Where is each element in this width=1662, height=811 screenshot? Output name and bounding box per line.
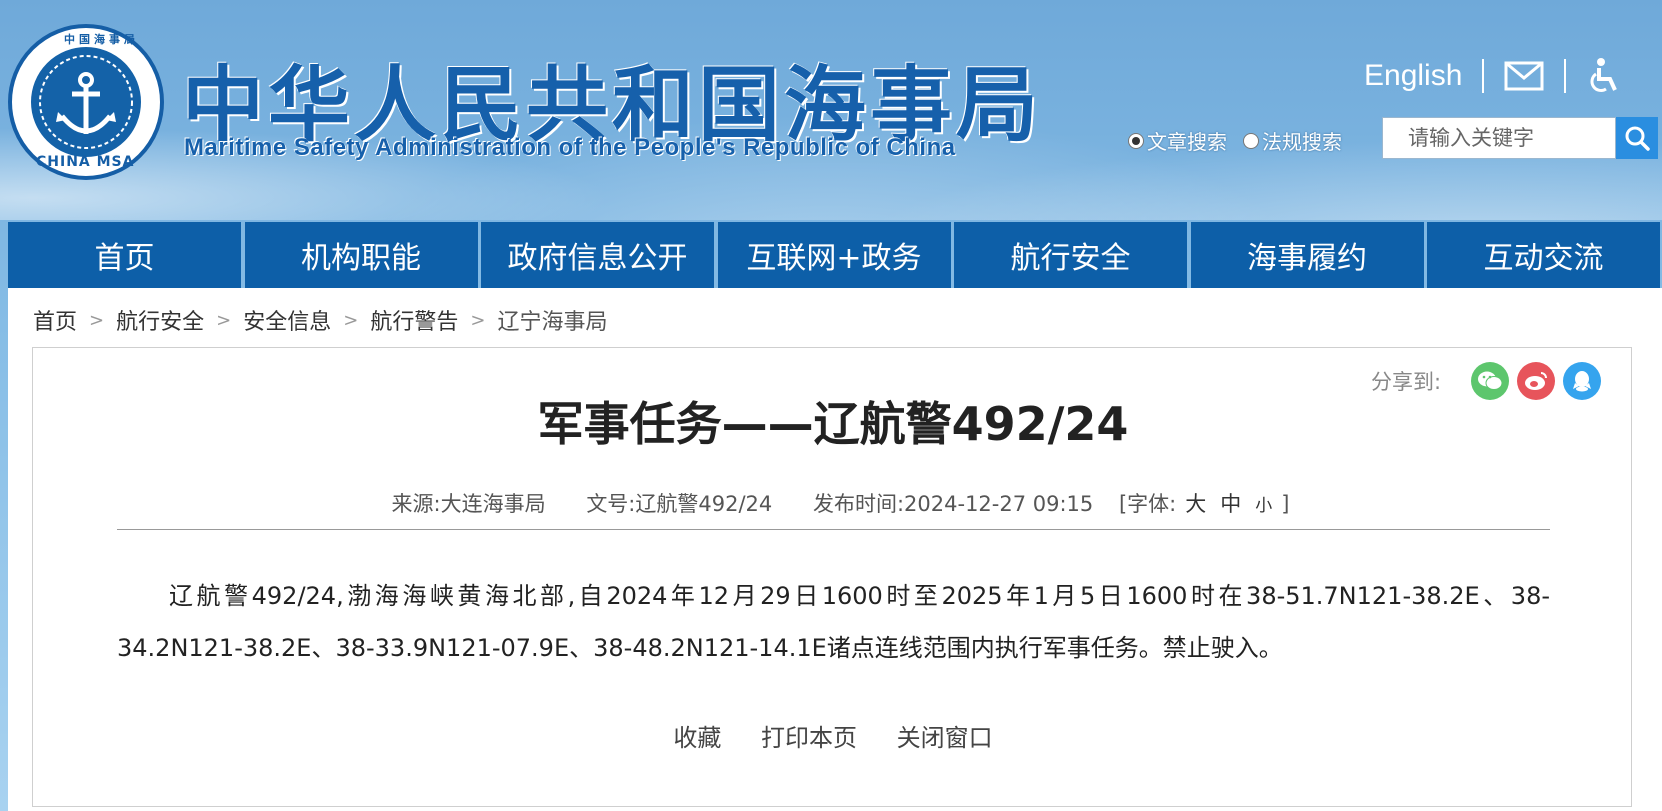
font-size-small[interactable]: 小 bbox=[1255, 496, 1272, 516]
article-source: 来源:大连海事局 bbox=[391, 492, 546, 516]
search-icon bbox=[1625, 126, 1650, 151]
anchor-icon bbox=[39, 55, 133, 149]
search-input[interactable] bbox=[1382, 117, 1616, 159]
divider bbox=[1482, 59, 1485, 93]
breadcrumb-liaoning-msa[interactable]: 辽宁海事局 bbox=[497, 304, 607, 336]
breadcrumb-separator: > bbox=[470, 309, 486, 331]
page-content: 首页 > 航行安全 > 安全信息 > 航行警告 > 辽宁海事局 分享到: 军事任… bbox=[8, 288, 1662, 811]
radio-label: 文章搜索 bbox=[1147, 130, 1227, 154]
breadcrumb: 首页 > 航行安全 > 安全信息 > 航行警告 > 辽宁海事局 bbox=[33, 304, 607, 336]
font-size-large[interactable]: 大 bbox=[1185, 492, 1206, 516]
close-window-link[interactable]: 关闭窗口 bbox=[897, 724, 993, 752]
radio-button[interactable] bbox=[1243, 132, 1259, 149]
nav-item-organization[interactable]: 机构职能 bbox=[244, 222, 478, 288]
favorite-link[interactable]: 收藏 bbox=[673, 724, 721, 752]
nav-item-maritime-compliance[interactable]: 海事履约 bbox=[1190, 222, 1424, 288]
font-size-medium[interactable]: 中 bbox=[1220, 492, 1241, 516]
header: 中国海事局 CHINA MSA 中华人民共和国海事局 Maritime Safe… bbox=[0, 0, 1662, 220]
article-box: 分享到: 军事任务——辽航警492/24 来源:大连海事局 文号:辽航警492/… bbox=[32, 347, 1632, 807]
article-body: 辽航警492/24,渤海海峡黄海北部,自2024年12月29日1600时至202… bbox=[117, 582, 1550, 662]
nav-item-home[interactable]: 首页 bbox=[8, 222, 241, 288]
breadcrumb-home[interactable]: 首页 bbox=[33, 304, 77, 336]
breadcrumb-navigation-safety[interactable]: 航行安全 bbox=[116, 304, 204, 336]
divider bbox=[1564, 59, 1567, 93]
msa-logo[interactable]: 中国海事局 CHINA MSA bbox=[8, 24, 164, 180]
font-size-bracket: ] bbox=[1281, 492, 1290, 516]
article-publish-time: 发布时间:2024-12-27 09:15 bbox=[812, 492, 1094, 516]
site-title-en: Maritime Safety Administration of the Pe… bbox=[184, 134, 956, 161]
breadcrumb-separator: > bbox=[89, 309, 105, 331]
nav-item-interaction[interactable]: 互动交流 bbox=[1427, 222, 1660, 288]
search-type-options: 文章搜索 法规搜索 bbox=[1128, 126, 1358, 155]
top-links: English bbox=[1364, 56, 1620, 96]
article-title: 军事任务——辽航警492/24 bbox=[537, 397, 1129, 451]
radio-article-search[interactable]: 文章搜索 bbox=[1128, 126, 1227, 155]
breadcrumb-navigation-warning[interactable]: 航行警告 bbox=[370, 304, 458, 336]
article-actions: 收藏 打印本页 关闭窗口 bbox=[33, 718, 1633, 753]
font-size-label: [字体: bbox=[1118, 492, 1177, 516]
nav-item-internet-services[interactable]: 互联网+政务 bbox=[717, 222, 951, 288]
mail-icon[interactable] bbox=[1504, 61, 1544, 91]
radio-button[interactable] bbox=[1128, 132, 1144, 149]
article-doc-number: 文号:辽航警492/24 bbox=[586, 492, 773, 516]
logo-bottom-text: CHINA MSA bbox=[36, 154, 135, 170]
print-link[interactable]: 打印本页 bbox=[761, 724, 857, 752]
breadcrumb-separator: > bbox=[216, 309, 232, 331]
nav-item-navigation-safety[interactable]: 航行安全 bbox=[954, 222, 1187, 288]
radio-regulation-search[interactable]: 法规搜索 bbox=[1243, 126, 1342, 155]
accessibility-icon[interactable] bbox=[1586, 57, 1620, 95]
breadcrumb-safety-info[interactable]: 安全信息 bbox=[243, 304, 331, 336]
divider bbox=[117, 529, 1550, 530]
main-nav: 首页 机构职能 政府信息公开 互联网+政务 航行安全 海事履约 互动交流 bbox=[8, 222, 1662, 288]
radio-label: 法规搜索 bbox=[1262, 130, 1342, 154]
article-meta: 来源:大连海事局 文号:辽航警492/24 发布时间:2024-12-27 09… bbox=[33, 488, 1633, 518]
english-link[interactable]: English bbox=[1364, 59, 1462, 93]
breadcrumb-separator: > bbox=[343, 309, 359, 331]
search-button[interactable] bbox=[1616, 117, 1658, 159]
nav-item-gov-info[interactable]: 政府信息公开 bbox=[481, 222, 714, 288]
